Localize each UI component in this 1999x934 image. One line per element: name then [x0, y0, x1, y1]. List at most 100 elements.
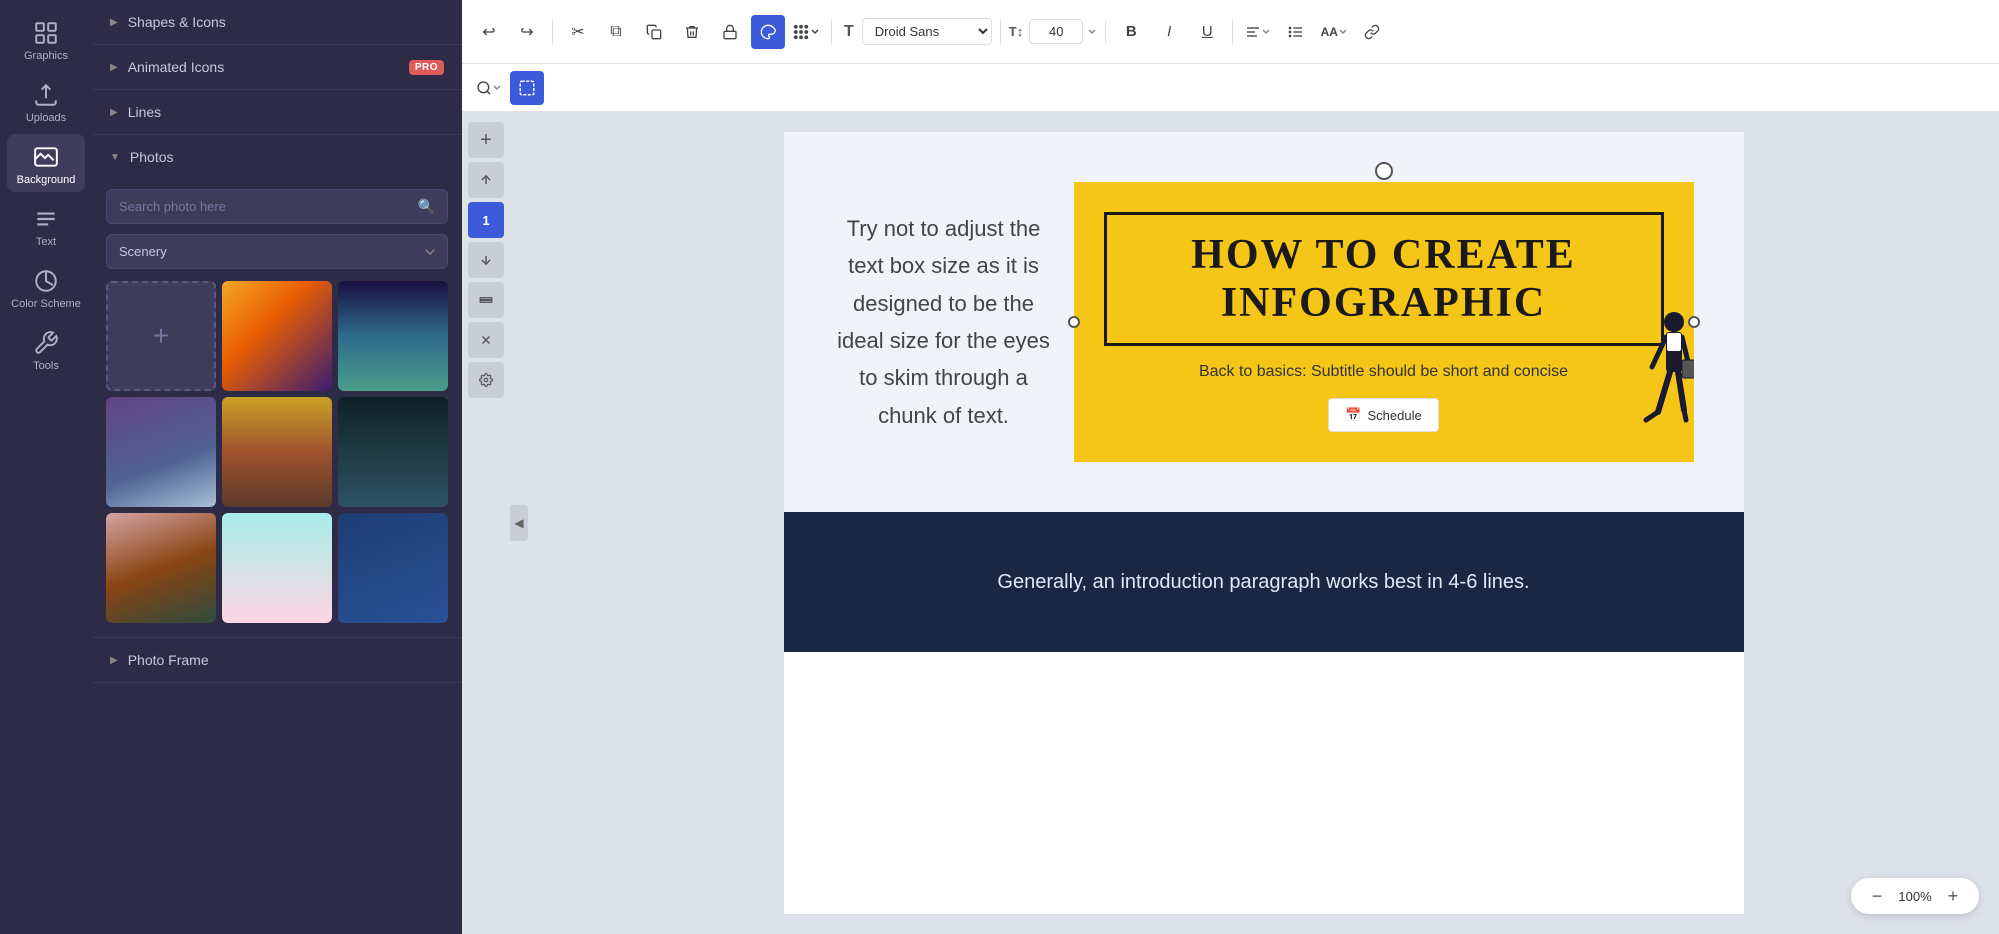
paste-button[interactable] [637, 15, 671, 49]
photo-grid: + [106, 281, 448, 623]
collapse-arrow-icon: ◀ [514, 516, 523, 530]
redo-button[interactable]: ↪ [510, 15, 544, 49]
lines-section: ▶ Lines [92, 90, 462, 135]
panel-collapse-button[interactable]: ◀ [510, 505, 528, 541]
shapes-icons-section: ▶ Shapes & Icons [92, 0, 462, 45]
page-section-1: Try not to adjust the text box size as i… [784, 132, 1744, 512]
zoom-in-button[interactable]: + [1941, 884, 1965, 908]
zoom-dropdown-button[interactable] [472, 71, 506, 105]
sidebar-item-text[interactable]: Text [7, 196, 85, 254]
font-size-input[interactable]: 40 [1029, 19, 1083, 44]
zoom-out-button[interactable]: − [1865, 884, 1889, 908]
move-down-button[interactable] [468, 242, 504, 278]
page-number-button[interactable]: 1 [468, 202, 504, 238]
align-button[interactable] [1241, 15, 1275, 49]
main-area: ↩ ↪ ✂ ⧉ T Droid Sans T↕ 40 B I [462, 0, 1999, 934]
photo-thumb-4[interactable] [222, 397, 332, 507]
schedule-button[interactable]: 📅 Schedule [1328, 398, 1438, 432]
sidebar-tools-label: Tools [33, 360, 59, 372]
photo-thumb-3[interactable] [106, 397, 216, 507]
layers-icon [479, 293, 493, 307]
copy-button[interactable]: ⧉ [599, 15, 633, 49]
intro-text: Generally, an introduction paragraph wor… [997, 571, 1529, 594]
delete-element-button[interactable] [468, 322, 504, 358]
toolbar-sep-1 [552, 20, 553, 44]
sidebar-item-background[interactable]: Background [7, 134, 85, 192]
zoom-chevron-icon [492, 84, 502, 92]
photo-thumb-1[interactable] [222, 281, 332, 391]
chevron-down-icon: ▼ [110, 152, 120, 163]
magnify-icon [476, 80, 492, 96]
sidebar-icons: Graphics Uploads Background Text Color S… [0, 0, 92, 934]
shapes-icons-header[interactable]: ▶ Shapes & Icons [92, 0, 462, 44]
sidebar-item-tools[interactable]: Tools [7, 320, 85, 378]
text-icon [33, 206, 59, 232]
settings-button[interactable] [468, 362, 504, 398]
select-tool-button[interactable] [510, 71, 544, 105]
list-button[interactable] [1279, 15, 1313, 49]
add-photo-button[interactable]: + [106, 281, 216, 391]
photo-thumb-6[interactable] [106, 513, 216, 623]
animated-icons-section: ▶ Animated Icons PRO [92, 45, 462, 90]
grid-dots-icon [792, 23, 810, 41]
photo-thumb-8[interactable] [338, 513, 448, 623]
sidebar-item-uploads[interactable]: Uploads [7, 72, 85, 130]
selection-handle-left[interactable] [1068, 316, 1080, 328]
photo-frame-section: ▶ Photo Frame [92, 638, 462, 683]
chevron-right-icon-2: ▶ [110, 62, 118, 73]
font-family-select[interactable]: Droid Sans [862, 18, 992, 45]
sidebar-item-graphics[interactable]: Graphics [7, 10, 85, 68]
animated-icons-header[interactable]: ▶ Animated Icons PRO [92, 45, 462, 89]
aa-button[interactable]: AA [1317, 15, 1351, 49]
zoom-level: 100% [1897, 889, 1933, 904]
italic-button[interactable]: I [1152, 15, 1186, 49]
chevron-down-small-icon [810, 27, 820, 37]
infographic-subtitle: Back to basics: Subtitle should be short… [1104, 360, 1664, 384]
underline-button[interactable]: U [1190, 15, 1224, 49]
grid-icon [33, 20, 59, 46]
zoom-toolbar-group [472, 71, 506, 105]
toolbar-sep-2 [831, 20, 832, 44]
arrow-down-icon [479, 253, 493, 267]
photos-header[interactable]: ▼ Photos [92, 135, 462, 179]
animated-icons-label: Animated Icons [128, 59, 225, 75]
move-up-button[interactable] [468, 162, 504, 198]
photo-thumb-2[interactable] [338, 281, 448, 391]
infographic-container[interactable]: HOW TO CREATE INFOGRAPHIC Back to basics… [1074, 182, 1694, 463]
color-button[interactable] [751, 15, 785, 49]
bold-button[interactable]: B [1114, 15, 1148, 49]
link-button[interactable] [1355, 15, 1389, 49]
infographic-title-box: HOW TO CREATE INFOGRAPHIC [1104, 212, 1664, 347]
sidebar-background-label: Background [17, 174, 76, 186]
canvas-scroll[interactable]: Try not to adjust the text box size as i… [528, 112, 1999, 934]
add-element-button[interactable]: + [468, 122, 504, 158]
rotate-handle[interactable] [1375, 162, 1393, 180]
infographic-box[interactable]: HOW TO CREATE INFOGRAPHIC Back to basics… [1074, 182, 1694, 463]
grid-button[interactable] [789, 15, 823, 49]
sidebar-graphics-label: Graphics [24, 50, 68, 62]
paste-icon [646, 24, 662, 40]
shapes-icons-label: Shapes & Icons [128, 14, 226, 30]
plus-icon: + [153, 320, 169, 352]
canvas-wrapper: + 1 ◀ [462, 112, 1999, 934]
photo-thumb-5[interactable] [338, 397, 448, 507]
list-icon [1288, 24, 1304, 40]
undo-button[interactable]: ↩ [472, 15, 506, 49]
link-icon [1364, 24, 1380, 40]
search-icon[interactable]: 🔍 [418, 198, 435, 215]
align-layers-button[interactable] [468, 282, 504, 318]
category-dropdown[interactable]: Scenery Nature City Abstract [106, 234, 448, 269]
uploads-icon [33, 82, 59, 108]
photo-frame-header[interactable]: ▶ Photo Frame [92, 638, 462, 682]
lock-button[interactable] [713, 15, 747, 49]
delete-button[interactable] [675, 15, 709, 49]
select-icon [518, 79, 536, 97]
photo-search-input[interactable] [119, 199, 418, 214]
photos-content: 🔍 Scenery Nature City Abstract + [92, 179, 462, 637]
schedule-label: Schedule [1367, 408, 1421, 423]
sidebar-item-color-scheme[interactable]: Color Scheme [7, 258, 85, 316]
cut-button[interactable]: ✂ [561, 15, 595, 49]
pro-badge: PRO [409, 60, 444, 75]
lines-header[interactable]: ▶ Lines [92, 90, 462, 134]
photo-thumb-7[interactable] [222, 513, 332, 623]
